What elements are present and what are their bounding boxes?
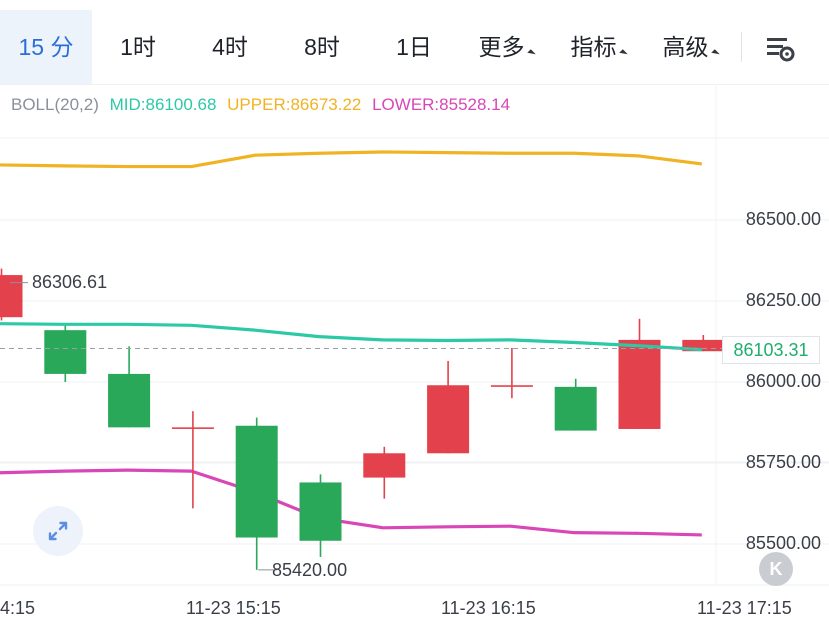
dropdown-caret-icon <box>710 49 720 58</box>
scroll-to-latest-button[interactable]: K <box>759 552 793 586</box>
tab-8h[interactable]: 8时 <box>276 10 368 84</box>
tab-1h[interactable]: 1时 <box>92 10 184 84</box>
boll-mid-line <box>0 322 702 352</box>
tab-1d[interactable]: 1日 <box>368 10 460 84</box>
candle-body <box>618 339 661 429</box>
dropdown-caret-icon <box>526 49 536 58</box>
timeframe-tabs: 15 分 1时 4时 8时 1日 更多 指标 高级 <box>0 0 829 85</box>
y-tick-label: 85500.00 <box>745 533 821 553</box>
candle-body <box>44 330 87 374</box>
y-tick-label: 86250.00 <box>745 290 821 310</box>
candle-body <box>299 482 342 541</box>
candlestick-chart[interactable] <box>0 84 829 594</box>
tab-label: 8时 <box>304 34 340 60</box>
candle-body <box>490 385 533 387</box>
high-price-label: 86306.61 <box>32 272 108 292</box>
y-tick-label: 86000.00 <box>745 371 821 391</box>
tab-more[interactable]: 更多 <box>460 10 552 84</box>
x-tick-label: 11-23 17:15 <box>697 598 792 618</box>
expand-arrows-icon <box>48 521 68 541</box>
candle-body <box>235 425 278 538</box>
candle-body <box>363 453 406 478</box>
boll-upper-line <box>0 150 703 169</box>
tab-indicators[interactable]: 指标 <box>552 10 644 84</box>
tab-label: 高级 <box>662 34 709 60</box>
candle-body <box>108 373 151 428</box>
tab-15m[interactable]: 15 分 <box>0 10 92 84</box>
tab-label: 1时 <box>120 34 156 60</box>
candle-body <box>427 385 470 454</box>
candle-body <box>171 427 214 429</box>
tab-label: 4时 <box>212 34 248 60</box>
tab-label: 指标 <box>570 34 617 60</box>
current-price-tag: 86103.31 <box>722 336 820 364</box>
dropdown-caret-icon <box>618 49 628 58</box>
tab-4h[interactable]: 4时 <box>184 10 276 84</box>
low-price-label: 85420.00 <box>272 560 348 580</box>
chart-settings-icon[interactable] <box>762 30 798 66</box>
candle-body <box>554 386 597 431</box>
x-tick-label: 4:15 <box>0 598 36 618</box>
x-tick-label: 11-23 16:15 <box>441 598 536 618</box>
candle-body <box>0 275 23 318</box>
tab-advanced[interactable]: 高级 <box>644 10 736 84</box>
x-tick-label: 11-23 15:15 <box>186 598 281 618</box>
tab-label: 15 分 <box>18 34 74 60</box>
tab-divider <box>741 32 742 62</box>
boll-lower-line <box>0 468 702 537</box>
y-tick-label: 85750.00 <box>745 452 821 472</box>
tab-label: 更多 <box>478 34 525 60</box>
tab-label: 1日 <box>396 34 432 60</box>
y-tick-label: 86500.00 <box>745 209 821 229</box>
expand-button[interactable] <box>33 506 83 556</box>
